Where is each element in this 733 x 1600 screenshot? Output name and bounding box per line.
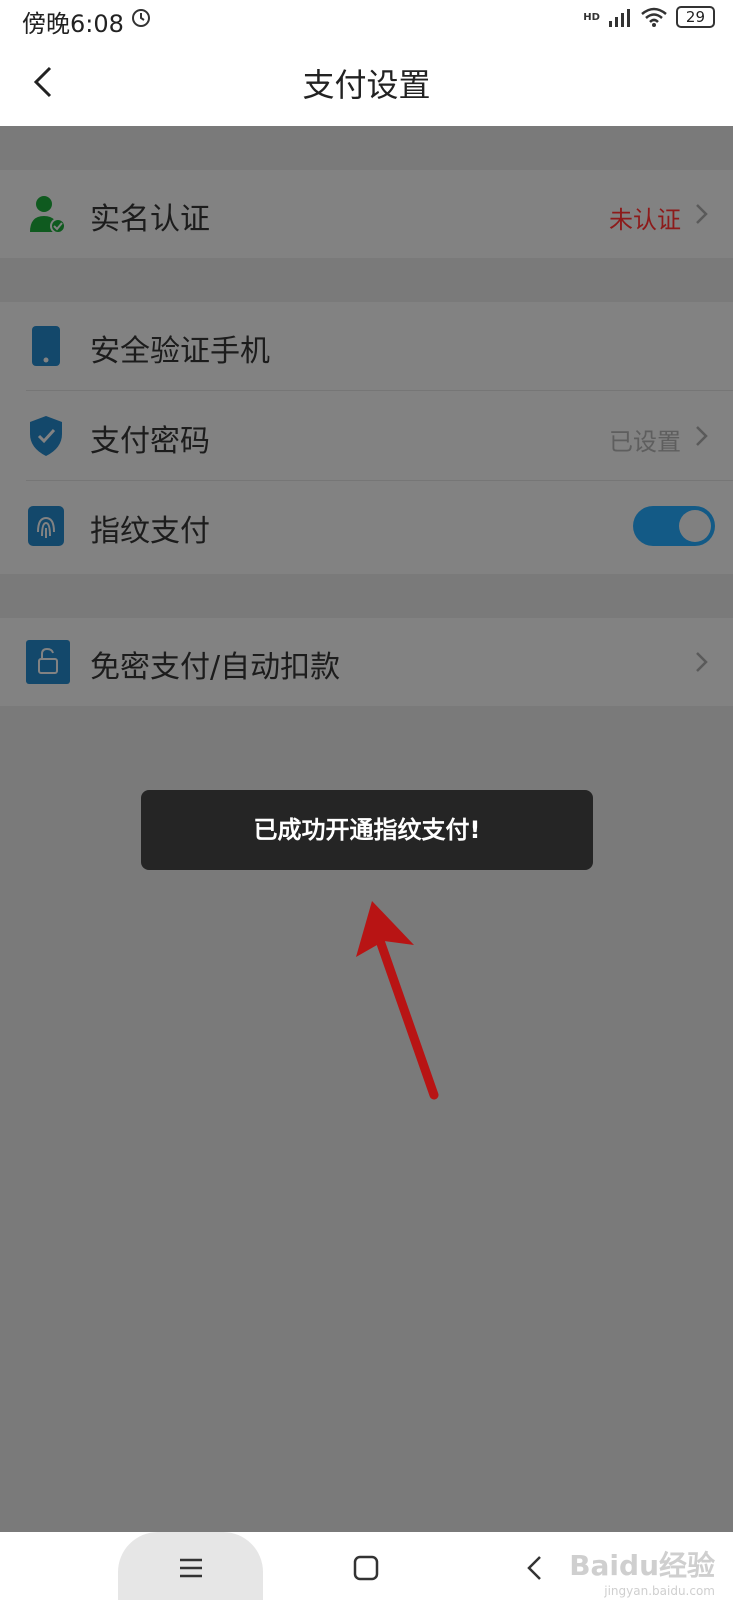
user-verified-icon	[30, 196, 66, 234]
back-nav-icon[interactable]	[520, 1552, 552, 1584]
unlock-icon	[26, 640, 70, 684]
watermark-brand: Baidu经验	[569, 1549, 715, 1582]
wifi-icon	[641, 7, 667, 27]
network-type-label: HD	[583, 11, 600, 23]
phone-icon	[32, 326, 60, 366]
watermark-url: jingyan.baidu.com	[604, 1584, 715, 1598]
row-label: 指纹支付	[90, 514, 210, 549]
shield-check-icon	[30, 416, 62, 456]
watermark: Baidu经验 jingyan.baidu.com	[569, 1544, 715, 1598]
signal-icon	[608, 9, 630, 27]
header: 支付设置	[0, 36, 733, 126]
settings-group-security: 安全验证手机 支付密码 已设置 指纹支付	[0, 302, 733, 574]
annotation-arrow-icon	[356, 901, 439, 1100]
verification-status: 未认证	[609, 206, 681, 234]
chevron-right-icon	[696, 204, 708, 224]
toggle-knob	[679, 510, 711, 542]
status-bar: 傍晚6:08 HD 29	[0, 0, 733, 38]
row-label: 免密支付/自动扣款	[90, 650, 341, 685]
row-password-free-pay[interactable]: 免密支付/自动扣款	[0, 618, 733, 706]
settings-group-autopay: 免密支付/自动扣款	[0, 618, 733, 706]
fingerprint-icon	[28, 506, 64, 546]
row-security-phone[interactable]: 安全验证手机	[0, 302, 733, 390]
alarm-icon	[132, 9, 150, 27]
home-icon[interactable]	[350, 1552, 382, 1584]
row-label: 实名认证	[90, 202, 210, 237]
row-label: 支付密码	[90, 424, 210, 459]
chevron-right-icon	[696, 652, 708, 672]
row-label: 安全验证手机	[90, 334, 270, 369]
row-real-name[interactable]: 实名认证 未认证	[0, 170, 733, 258]
page-title: 支付设置	[302, 66, 431, 104]
battery-indicator: 29	[675, 6, 715, 28]
success-toast: 已成功开通指纹支付!	[141, 790, 593, 870]
password-status: 已设置	[609, 428, 681, 456]
settings-group-identity: 实名认证 未认证	[0, 170, 733, 258]
status-time: 傍晚6:08	[22, 10, 124, 38]
row-payment-password[interactable]: 支付密码 已设置	[0, 392, 733, 480]
divider	[26, 480, 733, 481]
chevron-right-icon	[696, 426, 708, 446]
row-fingerprint-pay: 指纹支付	[0, 482, 733, 570]
menu-icon[interactable]	[175, 1552, 207, 1584]
system-navigation-bar: Baidu经验 jingyan.baidu.com	[0, 1532, 733, 1600]
divider	[26, 390, 733, 391]
fingerprint-toggle[interactable]	[633, 506, 715, 546]
